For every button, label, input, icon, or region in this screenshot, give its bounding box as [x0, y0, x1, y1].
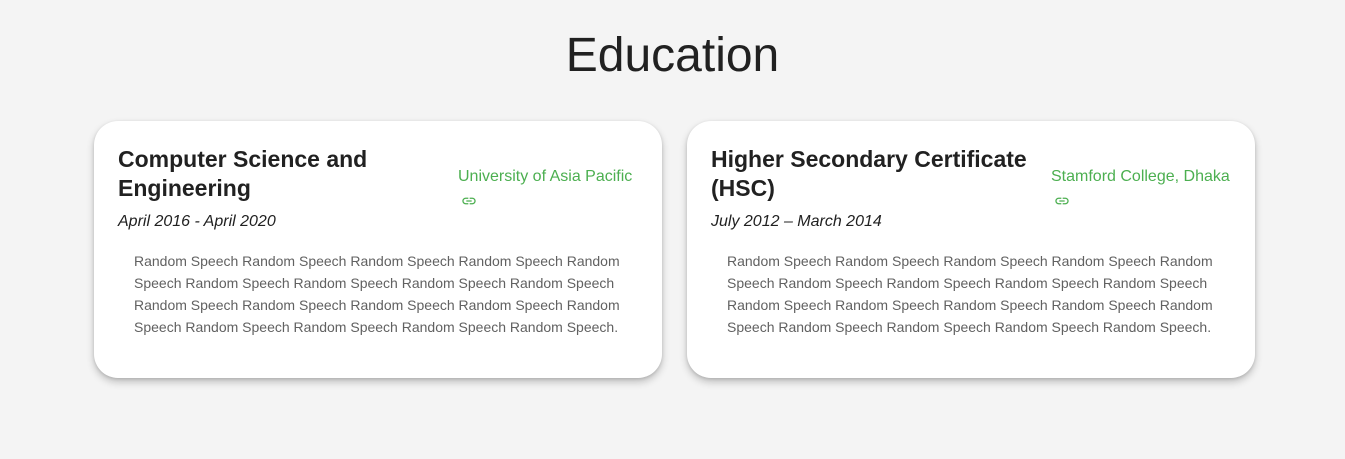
link-icon[interactable]: [458, 193, 480, 209]
education-card: Higher Secondary Certificate (HSC) July …: [687, 121, 1255, 378]
degree-title: Higher Secondary Certificate (HSC): [711, 146, 1027, 201]
degree-title: Computer Science and Engineering: [118, 146, 368, 201]
school-block: University of Asia Pacific: [458, 167, 658, 209]
education-card: Computer Science and Engineering April 2…: [94, 121, 662, 378]
description: Random Speech Random Speech Random Speec…: [727, 253, 1213, 335]
description: Random Speech Random Speech Random Speec…: [134, 253, 620, 335]
link-icon[interactable]: [1051, 193, 1073, 209]
section-title: Education: [565, 29, 780, 82]
date-range: April 2016 - April 2020: [118, 213, 276, 230]
school-block: Stamford College, Dhaka: [1051, 167, 1251, 209]
school-link[interactable]: Stamford College, Dhaka: [1051, 167, 1251, 187]
date-range: July 2012 – March 2014: [711, 213, 882, 230]
school-link[interactable]: University of Asia Pacific: [458, 167, 658, 187]
